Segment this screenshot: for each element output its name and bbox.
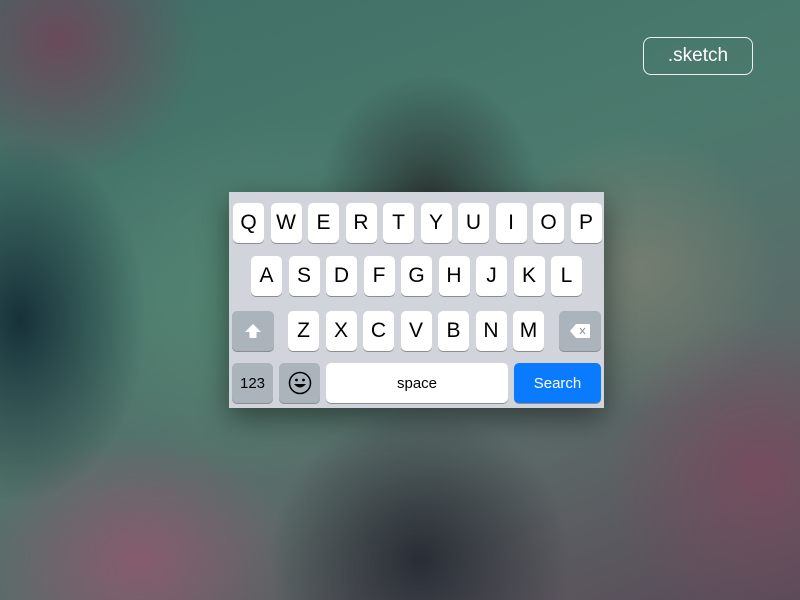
key-p[interactable]: P	[570, 203, 602, 243]
backspace-icon	[569, 323, 591, 339]
key-o[interactable]: O	[533, 203, 564, 243]
key-c[interactable]: C	[363, 311, 394, 351]
numbers-key[interactable]: 123	[232, 363, 273, 403]
key-h[interactable]: H	[438, 256, 470, 296]
search-key[interactable]: Search	[514, 363, 601, 403]
shift-key[interactable]	[232, 311, 274, 351]
emoji-key[interactable]	[279, 363, 320, 403]
key-y[interactable]: Y	[420, 203, 452, 243]
key-i[interactable]: I	[495, 203, 527, 243]
key-q[interactable]: Q	[233, 203, 264, 243]
key-a[interactable]: A	[251, 256, 282, 296]
key-m[interactable]: M	[513, 311, 544, 351]
space-key[interactable]: space	[326, 363, 508, 403]
key-u[interactable]: U	[458, 203, 489, 243]
key-f[interactable]: F	[363, 256, 395, 296]
key-j[interactable]: J	[476, 256, 507, 296]
key-g[interactable]: G	[401, 256, 432, 296]
key-t[interactable]: T	[383, 203, 414, 243]
key-x[interactable]: X	[325, 311, 357, 351]
key-e[interactable]: E	[308, 203, 339, 243]
key-l[interactable]: L	[551, 256, 582, 296]
key-b[interactable]: B	[438, 311, 469, 351]
shift-icon	[244, 323, 262, 339]
key-s[interactable]: S	[288, 256, 320, 296]
keyboard: QWERTYUIOP ASDFGHJKL ZXCVBNM 123 space S…	[229, 192, 604, 408]
delete-key[interactable]	[559, 311, 601, 351]
sketch-badge[interactable]: .sketch	[643, 37, 753, 75]
key-r[interactable]: R	[345, 203, 377, 243]
key-d[interactable]: D	[326, 256, 357, 296]
key-w[interactable]: W	[270, 203, 302, 243]
key-n[interactable]: N	[475, 311, 507, 351]
emoji-smiley-icon	[288, 371, 312, 395]
key-k[interactable]: K	[513, 256, 545, 296]
key-v[interactable]: V	[400, 311, 432, 351]
key-z[interactable]: Z	[288, 311, 319, 351]
